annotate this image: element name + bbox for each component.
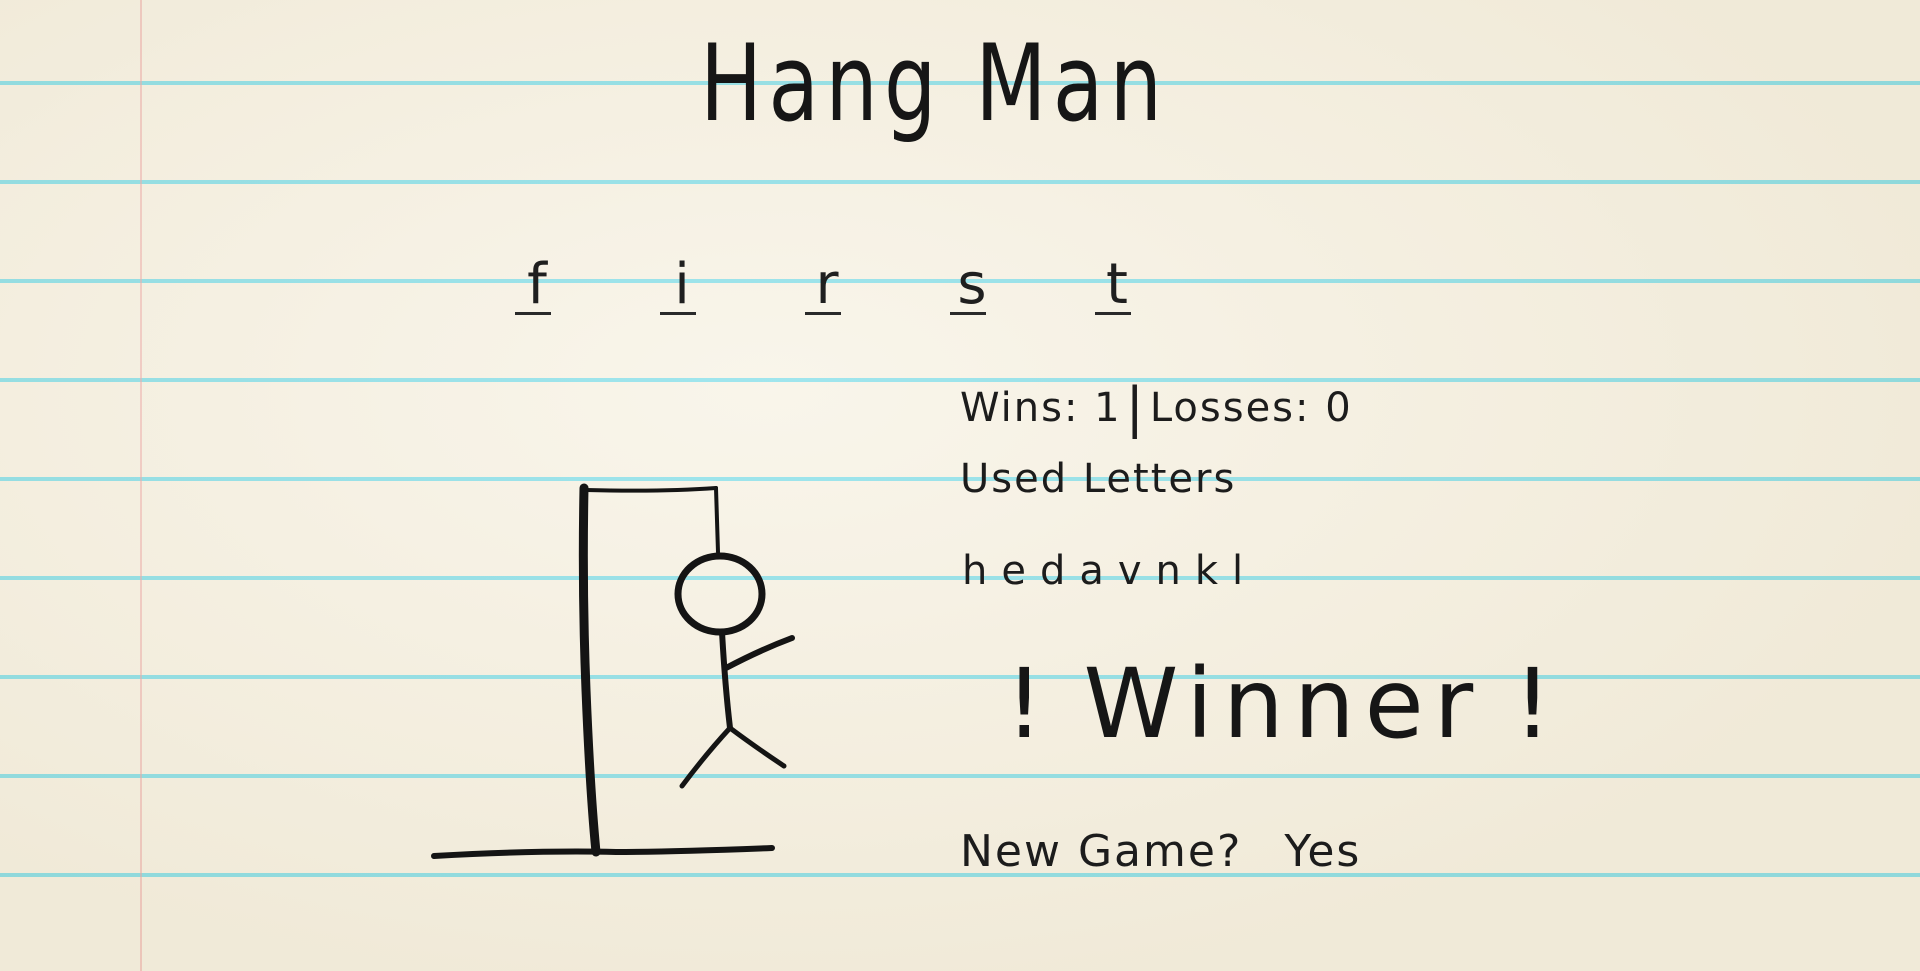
exclamation-right: ! — [1513, 648, 1562, 760]
used-letters-heading: Used Letters — [960, 456, 1237, 502]
revealed-letter: i — [674, 252, 690, 317]
letter-underline — [515, 312, 551, 315]
letter-underline — [805, 312, 841, 315]
revealed-letter: t — [1106, 252, 1128, 317]
game-title: Hang Man — [700, 22, 1169, 145]
hangman-right-leg — [727, 725, 787, 769]
letter-slot-2: i — [650, 228, 795, 323]
wins-count: 1 — [1094, 384, 1122, 431]
letter-underline — [1095, 312, 1131, 315]
word-display: f i r s t — [505, 228, 1230, 323]
losses-count: 0 — [1325, 384, 1353, 431]
score-display: Wins: 1 | Losses: 0 — [960, 376, 1353, 439]
hangman-right-arm — [723, 635, 795, 671]
winner-text: Winner — [1083, 648, 1484, 760]
hangman-head — [674, 552, 766, 636]
letter-underline — [950, 312, 986, 315]
letter-slot-5: t — [1085, 228, 1230, 323]
score-separator: | — [1125, 376, 1146, 439]
gallows-rope — [714, 486, 720, 554]
yes-button[interactable]: Yes — [1284, 826, 1361, 877]
revealed-letter: r — [815, 252, 839, 317]
wins-label: Wins: — [960, 384, 1080, 431]
exclamation-left: ! — [1005, 648, 1054, 760]
gallows-base — [431, 845, 775, 859]
revealed-letter: s — [957, 252, 987, 317]
new-game-label: New Game? — [960, 826, 1243, 877]
letter-slot-3: r — [795, 228, 940, 323]
hangman-drawing — [431, 483, 795, 859]
gallows-post — [578, 483, 601, 857]
losses-label: Losses: — [1149, 384, 1311, 431]
letter-slot-1: f — [505, 228, 650, 323]
used-letters-list: hedavnkl — [962, 548, 1258, 594]
gallows-beam — [584, 486, 718, 493]
letter-slot-4: s — [940, 228, 1085, 323]
hangman-body — [719, 629, 733, 731]
new-game-prompt: New Game? Yes — [960, 826, 1361, 877]
hangman-left-leg — [679, 725, 733, 789]
winner-message: ! Winner! — [975, 648, 1592, 760]
letter-underline — [660, 312, 696, 315]
revealed-letter: f — [527, 252, 547, 317]
